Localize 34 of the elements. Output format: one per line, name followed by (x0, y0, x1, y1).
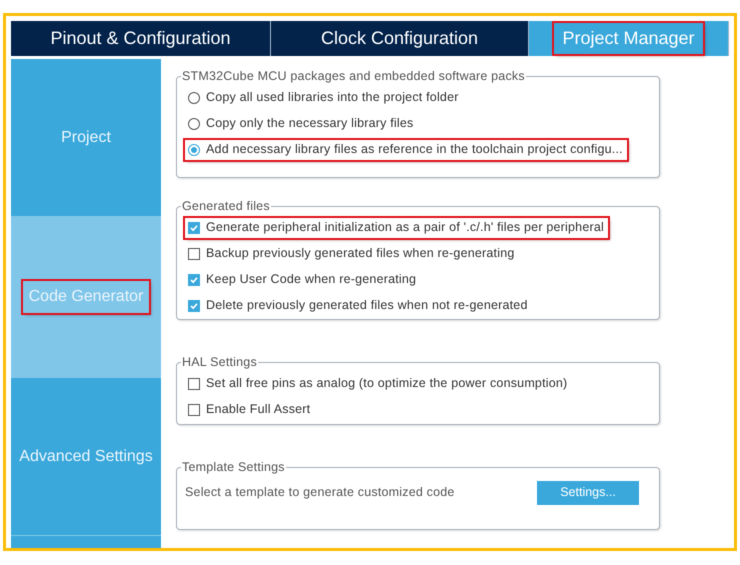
group-title: Generated files (181, 198, 271, 215)
option-label: Delete previously generated files when not re-generated (206, 297, 528, 314)
option-label: Generate peripheral initialization as a pair of '.c/.h' files per peripheral (206, 219, 604, 236)
radio-button[interactable] (188, 92, 200, 104)
tab-label: Project Manager (554, 23, 703, 54)
sidebar-label: Code Generator (22, 281, 150, 313)
checkbox[interactable] (188, 222, 200, 234)
sidebar-label: Project (60, 128, 112, 148)
checkbox[interactable] (188, 378, 200, 390)
template-description: Select a template to generate customized code (185, 484, 455, 502)
sidebar-item[interactable]: Advanced Settings (11, 378, 161, 535)
checkbox[interactable] (188, 274, 200, 286)
option-label: Backup previously generated files when re-generating (206, 245, 514, 262)
option-label: Copy all used libraries into the project folder (206, 89, 459, 106)
option-label: Keep User Code when re-generating (206, 271, 416, 288)
sidebar-item[interactable]: Project (11, 59, 161, 216)
radio-button[interactable] (188, 144, 200, 156)
option-label: Set all free pins as analog (to optimize the power consumption) (206, 375, 568, 392)
radio-button[interactable] (188, 118, 200, 130)
checkbox[interactable] (188, 300, 200, 312)
group-title: HAL Settings (181, 354, 258, 371)
group-title: STM32Cube MCU packages and embedded software packs (181, 68, 526, 85)
option-label: Copy only the necessary library files (206, 115, 414, 132)
tab-label: Pinout & Configuration (49, 27, 232, 50)
sidebar-label: Advanced Settings (18, 446, 154, 466)
settings-button[interactable]: Settings... (537, 480, 639, 505)
tab[interactable]: Clock Configuration (271, 21, 529, 56)
checkbox[interactable] (188, 248, 200, 260)
group-title: Template Settings (181, 459, 286, 476)
option-label: Add necessary library files as reference in the toolchain project configu... (206, 141, 623, 158)
tab-label: Clock Configuration (320, 27, 480, 50)
option-label: Enable Full Assert (206, 401, 310, 418)
checkbox[interactable] (188, 404, 200, 416)
tab[interactable]: Pinout & Configuration (11, 21, 271, 56)
